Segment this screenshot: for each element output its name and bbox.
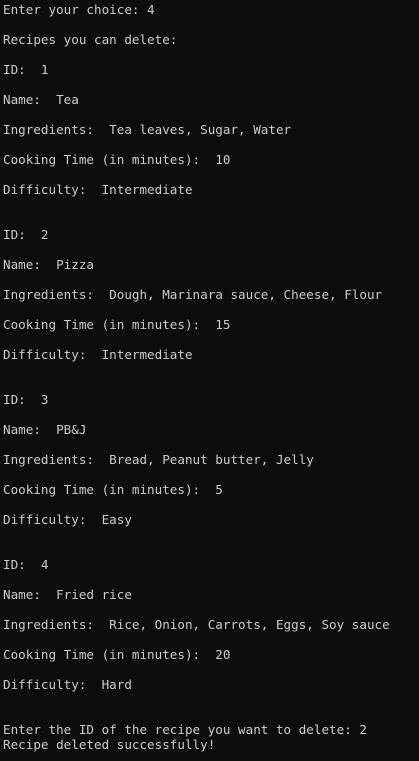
recipe-3-name: Name: PB&J bbox=[3, 422, 87, 437]
recipe-3-id: ID: 3 bbox=[3, 392, 49, 407]
recipe-4-id: ID: 4 bbox=[3, 557, 49, 572]
recipe-4-name: Name: Fried rice bbox=[3, 587, 132, 602]
recipe-2-name: Name: Pizza bbox=[3, 257, 94, 272]
prompt-delete-id: Enter the ID of the recipe you want to d… bbox=[3, 722, 367, 737]
terminal-window[interactable]: Enter your choice: 4 Recipes you can del… bbox=[0, 0, 419, 761]
recipe-2-id: ID: 2 bbox=[3, 227, 49, 242]
prompt-enter-choice: Enter your choice: 4 bbox=[3, 2, 155, 17]
recipes-delete-header: Recipes you can delete: bbox=[3, 32, 178, 47]
recipe-4-ingredients: Ingredients: Rice, Onion, Carrots, Eggs,… bbox=[3, 617, 390, 632]
recipe-3-difficulty: Difficulty: Easy bbox=[3, 512, 132, 527]
recipe-3-cooking-time: Cooking Time (in minutes): 5 bbox=[3, 482, 223, 497]
recipe-1-id: ID: 1 bbox=[3, 62, 49, 77]
recipe-2-cooking-time: Cooking Time (in minutes): 15 bbox=[3, 317, 231, 332]
recipe-1-cooking-time: Cooking Time (in minutes): 10 bbox=[3, 152, 231, 167]
recipe-1-name: Name: Tea bbox=[3, 92, 79, 107]
recipe-1-ingredients: Ingredients: Tea leaves, Sugar, Water bbox=[3, 122, 292, 137]
recipe-3-ingredients: Ingredients: Bread, Peanut butter, Jelly bbox=[3, 452, 314, 467]
recipe-2-difficulty: Difficulty: Intermediate bbox=[3, 347, 193, 362]
recipe-2-ingredients: Ingredients: Dough, Marinara sauce, Chee… bbox=[3, 287, 383, 302]
recipe-1-difficulty: Difficulty: Intermediate bbox=[3, 182, 193, 197]
recipe-4-cooking-time: Cooking Time (in minutes): 20 bbox=[3, 647, 231, 662]
delete-success-message: Recipe deleted successfully! bbox=[3, 737, 216, 752]
recipe-4-difficulty: Difficulty: Hard bbox=[3, 677, 132, 692]
